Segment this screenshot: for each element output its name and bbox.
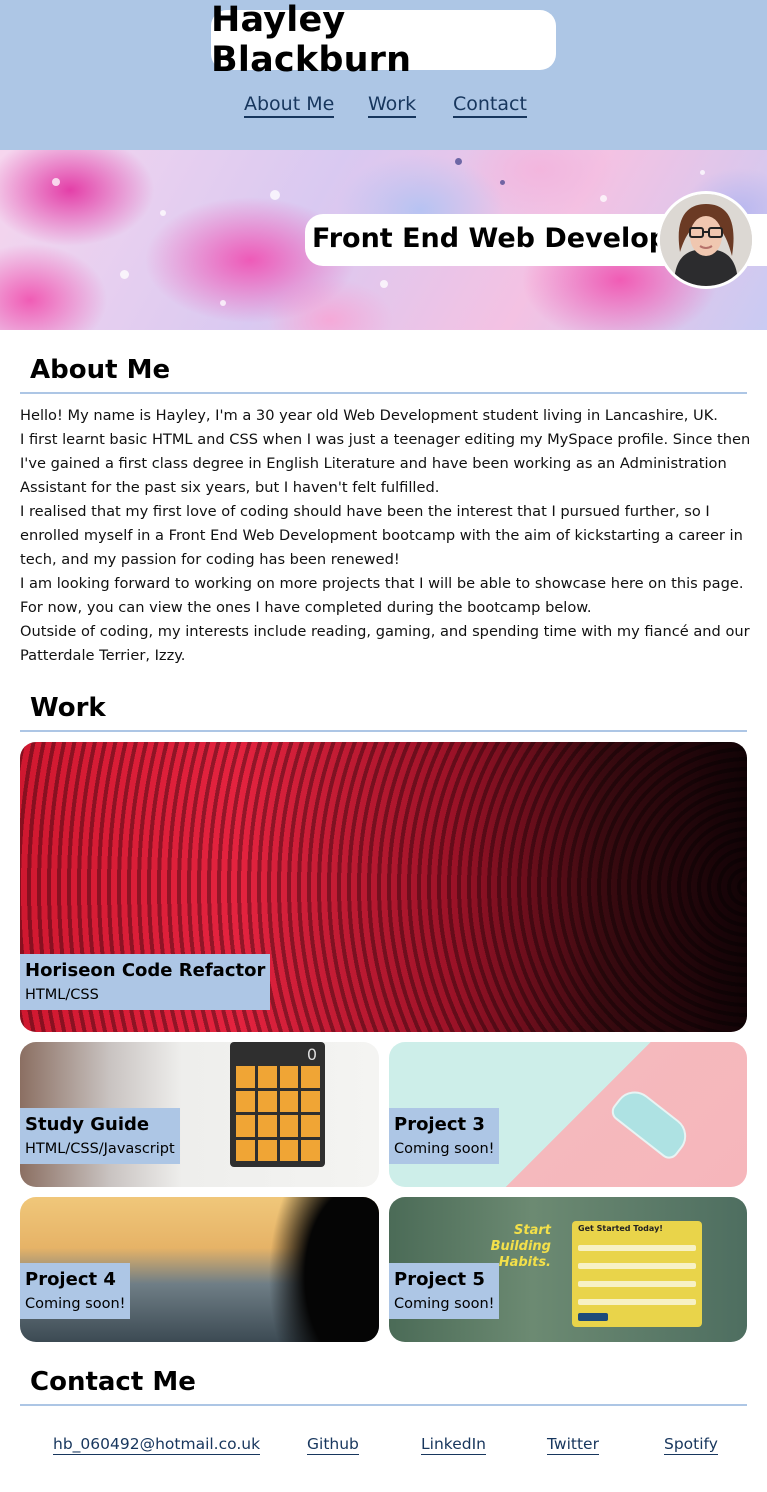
- profile-avatar: [657, 191, 755, 289]
- about-line: I've gained a first class degree in Engl…: [20, 455, 727, 472]
- contact-divider: [20, 1404, 747, 1406]
- surfer-image: [229, 1197, 379, 1342]
- project-title: Study Guide: [25, 1114, 150, 1135]
- work-divider: [20, 730, 747, 732]
- calculator-display: 0: [306, 1045, 317, 1064]
- project-card-4[interactable]: Project 4 Coming soon!: [20, 1197, 379, 1342]
- about-line: Assistant for the past six years, but I …: [20, 479, 440, 496]
- about-heading: About Me: [30, 355, 171, 385]
- project-tech: HTML/CSS/Javascript: [25, 1141, 175, 1157]
- email-link[interactable]: hb_060492@hotmail.co.uk: [53, 1434, 261, 1455]
- twitter-link[interactable]: Twitter: [547, 1434, 599, 1455]
- about-line: Hello! My name is Hayley, I'm a 30 year …: [20, 407, 718, 424]
- nav-link-work[interactable]: Work: [368, 92, 417, 118]
- site-header: Hayley Blackburn About Me Work Contact: [0, 0, 767, 150]
- project-label: Project 3 Coming soon!: [389, 1108, 500, 1164]
- project-label: Horiseon Code Refactor HTML/CSS: [20, 954, 271, 1010]
- linkedin-link[interactable]: LinkedIn: [421, 1434, 486, 1455]
- project-tech: Coming soon!: [25, 1296, 126, 1312]
- project-card-3[interactable]: Project 3 Coming soon!: [389, 1042, 747, 1187]
- project-label: Project 5 Coming soon!: [389, 1263, 500, 1319]
- github-link[interactable]: Github: [307, 1434, 359, 1455]
- project-title: Horiseon Code Refactor: [25, 960, 266, 981]
- project-label: Study Guide HTML/CSS/Javascript: [20, 1108, 180, 1164]
- work-heading: Work: [30, 693, 106, 723]
- about-line: For now, you can view the ones I have co…: [20, 599, 592, 616]
- about-line: enrolled myself in a Front End Web Devel…: [20, 527, 743, 544]
- about-line: I realised that my first love of coding …: [20, 503, 710, 520]
- about-line: I first learnt basic HTML and CSS when I…: [20, 431, 751, 448]
- about-line: I am looking forward to working on more …: [20, 575, 744, 592]
- profile-photo-icon: [660, 194, 752, 286]
- project-card-study-guide[interactable]: 0 Study Guide HTML/CSS/Javascript: [20, 1042, 379, 1187]
- project-title: Project 5: [394, 1269, 485, 1290]
- project-card-horiseon[interactable]: Horiseon Code Refactor HTML/CSS: [20, 742, 747, 1032]
- toy-car-image: [607, 1083, 695, 1163]
- site-title: Hayley Blackburn: [211, 0, 556, 80]
- project-label: Project 4 Coming soon!: [20, 1263, 131, 1319]
- about-body: Hello! My name is Hayley, I'm a 30 year …: [20, 404, 750, 668]
- signup-form-image: Get Started Today!: [572, 1221, 702, 1327]
- about-line: Outside of coding, my interests include …: [20, 623, 750, 640]
- nav-link-contact[interactable]: Contact: [453, 92, 527, 118]
- about-line: tech, and my passion for coding has been…: [20, 551, 400, 568]
- tagline-text: Front End Web Developer: [312, 223, 700, 254]
- project-title: Project 4: [25, 1269, 116, 1290]
- main-nav: About Me Work Contact: [0, 92, 767, 120]
- nav-link-about[interactable]: About Me: [244, 92, 335, 118]
- calculator-image: 0: [230, 1042, 325, 1167]
- form-heading: Get Started Today!: [578, 1224, 663, 1233]
- project-title: Project 3: [394, 1114, 485, 1135]
- project-card-5[interactable]: Start Building Habits. Get Started Today…: [389, 1197, 747, 1342]
- project-tech: HTML/CSS: [25, 987, 99, 1003]
- spotify-link[interactable]: Spotify: [664, 1434, 718, 1455]
- about-line: Patterdale Terrier, Izzy.: [20, 647, 186, 664]
- project-tech: Coming soon!: [394, 1296, 495, 1312]
- project-tech: Coming soon!: [394, 1141, 495, 1157]
- contact-heading: Contact Me: [30, 1367, 196, 1397]
- about-divider: [20, 392, 747, 394]
